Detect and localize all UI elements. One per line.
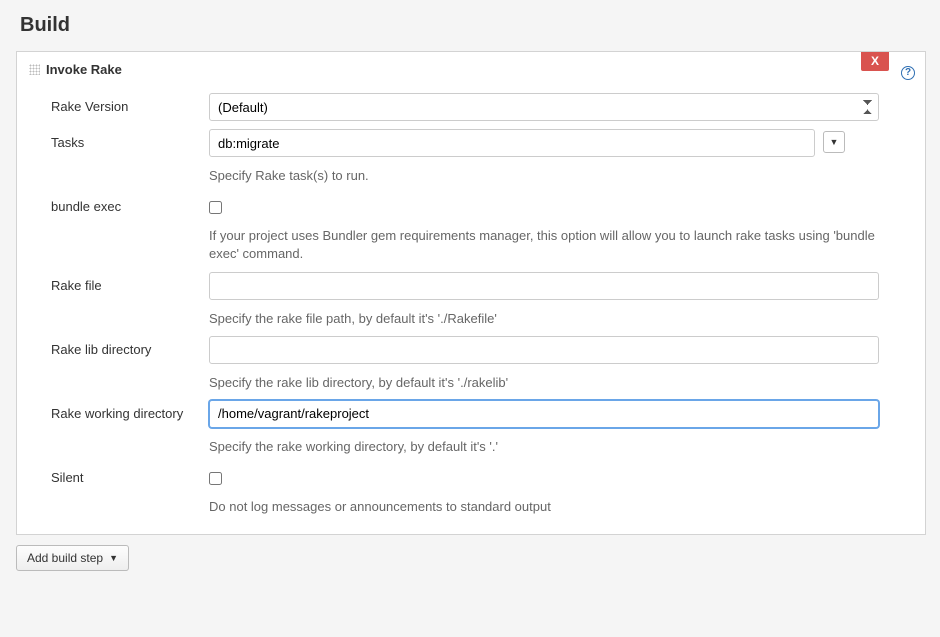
- field-bundle-exec: bundle exec If your project uses Bundler…: [29, 185, 913, 263]
- build-step: X ? Invoke Rake Rake Version (Default) T…: [16, 51, 926, 535]
- rake-file-help: Specify the rake file path, by default i…: [209, 310, 879, 328]
- rake-lib-dir-input[interactable]: [209, 336, 879, 364]
- rake-lib-dir-label: Rake lib directory: [51, 336, 209, 357]
- silent-checkbox[interactable]: [209, 472, 222, 485]
- add-build-step-button[interactable]: Add build step ▼: [16, 545, 129, 571]
- caret-down-icon: ▼: [109, 553, 118, 563]
- field-rake-lib-dir: Rake lib directory Specify the rake lib …: [29, 328, 913, 392]
- tasks-help: Specify Rake task(s) to run.: [209, 167, 845, 185]
- add-build-step-label: Add build step: [27, 551, 103, 565]
- rake-lib-dir-help: Specify the rake lib directory, by defau…: [209, 374, 879, 392]
- chevron-down-icon: ▼: [830, 137, 839, 147]
- field-tasks: Tasks ▼ Specify Rake task(s) to run.: [29, 121, 913, 185]
- rake-working-dir-input[interactable]: [209, 400, 879, 428]
- bundle-exec-help: If your project uses Bundler gem require…: [209, 227, 879, 263]
- rake-working-dir-label: Rake working directory: [51, 400, 209, 421]
- section-title: Build: [20, 14, 926, 37]
- field-rake-file: Rake file Specify the rake file path, by…: [29, 264, 913, 328]
- tasks-expand-button[interactable]: ▼: [823, 131, 845, 153]
- drag-handle-icon[interactable]: [29, 64, 40, 75]
- field-rake-version: Rake Version (Default): [29, 85, 913, 121]
- rake-working-dir-help: Specify the rake working directory, by d…: [209, 438, 879, 456]
- bundle-exec-checkbox[interactable]: [209, 201, 222, 214]
- tasks-input[interactable]: [209, 129, 815, 157]
- step-header: Invoke Rake: [29, 62, 913, 77]
- rake-version-label: Rake Version: [51, 93, 209, 114]
- silent-label: Silent: [51, 464, 209, 485]
- tasks-label: Tasks: [51, 129, 209, 150]
- rake-file-input[interactable]: [209, 272, 879, 300]
- rake-version-select[interactable]: (Default): [209, 93, 879, 121]
- field-silent: Silent Do not log messages or announceme…: [29, 456, 913, 516]
- silent-help: Do not log messages or announcements to …: [209, 498, 879, 516]
- step-title: Invoke Rake: [46, 62, 122, 77]
- rake-file-label: Rake file: [51, 272, 209, 293]
- help-icon[interactable]: ?: [901, 66, 915, 80]
- bundle-exec-label: bundle exec: [51, 193, 209, 214]
- field-rake-working-dir: Rake working directory Specify the rake …: [29, 392, 913, 456]
- delete-step-button[interactable]: X: [861, 52, 889, 71]
